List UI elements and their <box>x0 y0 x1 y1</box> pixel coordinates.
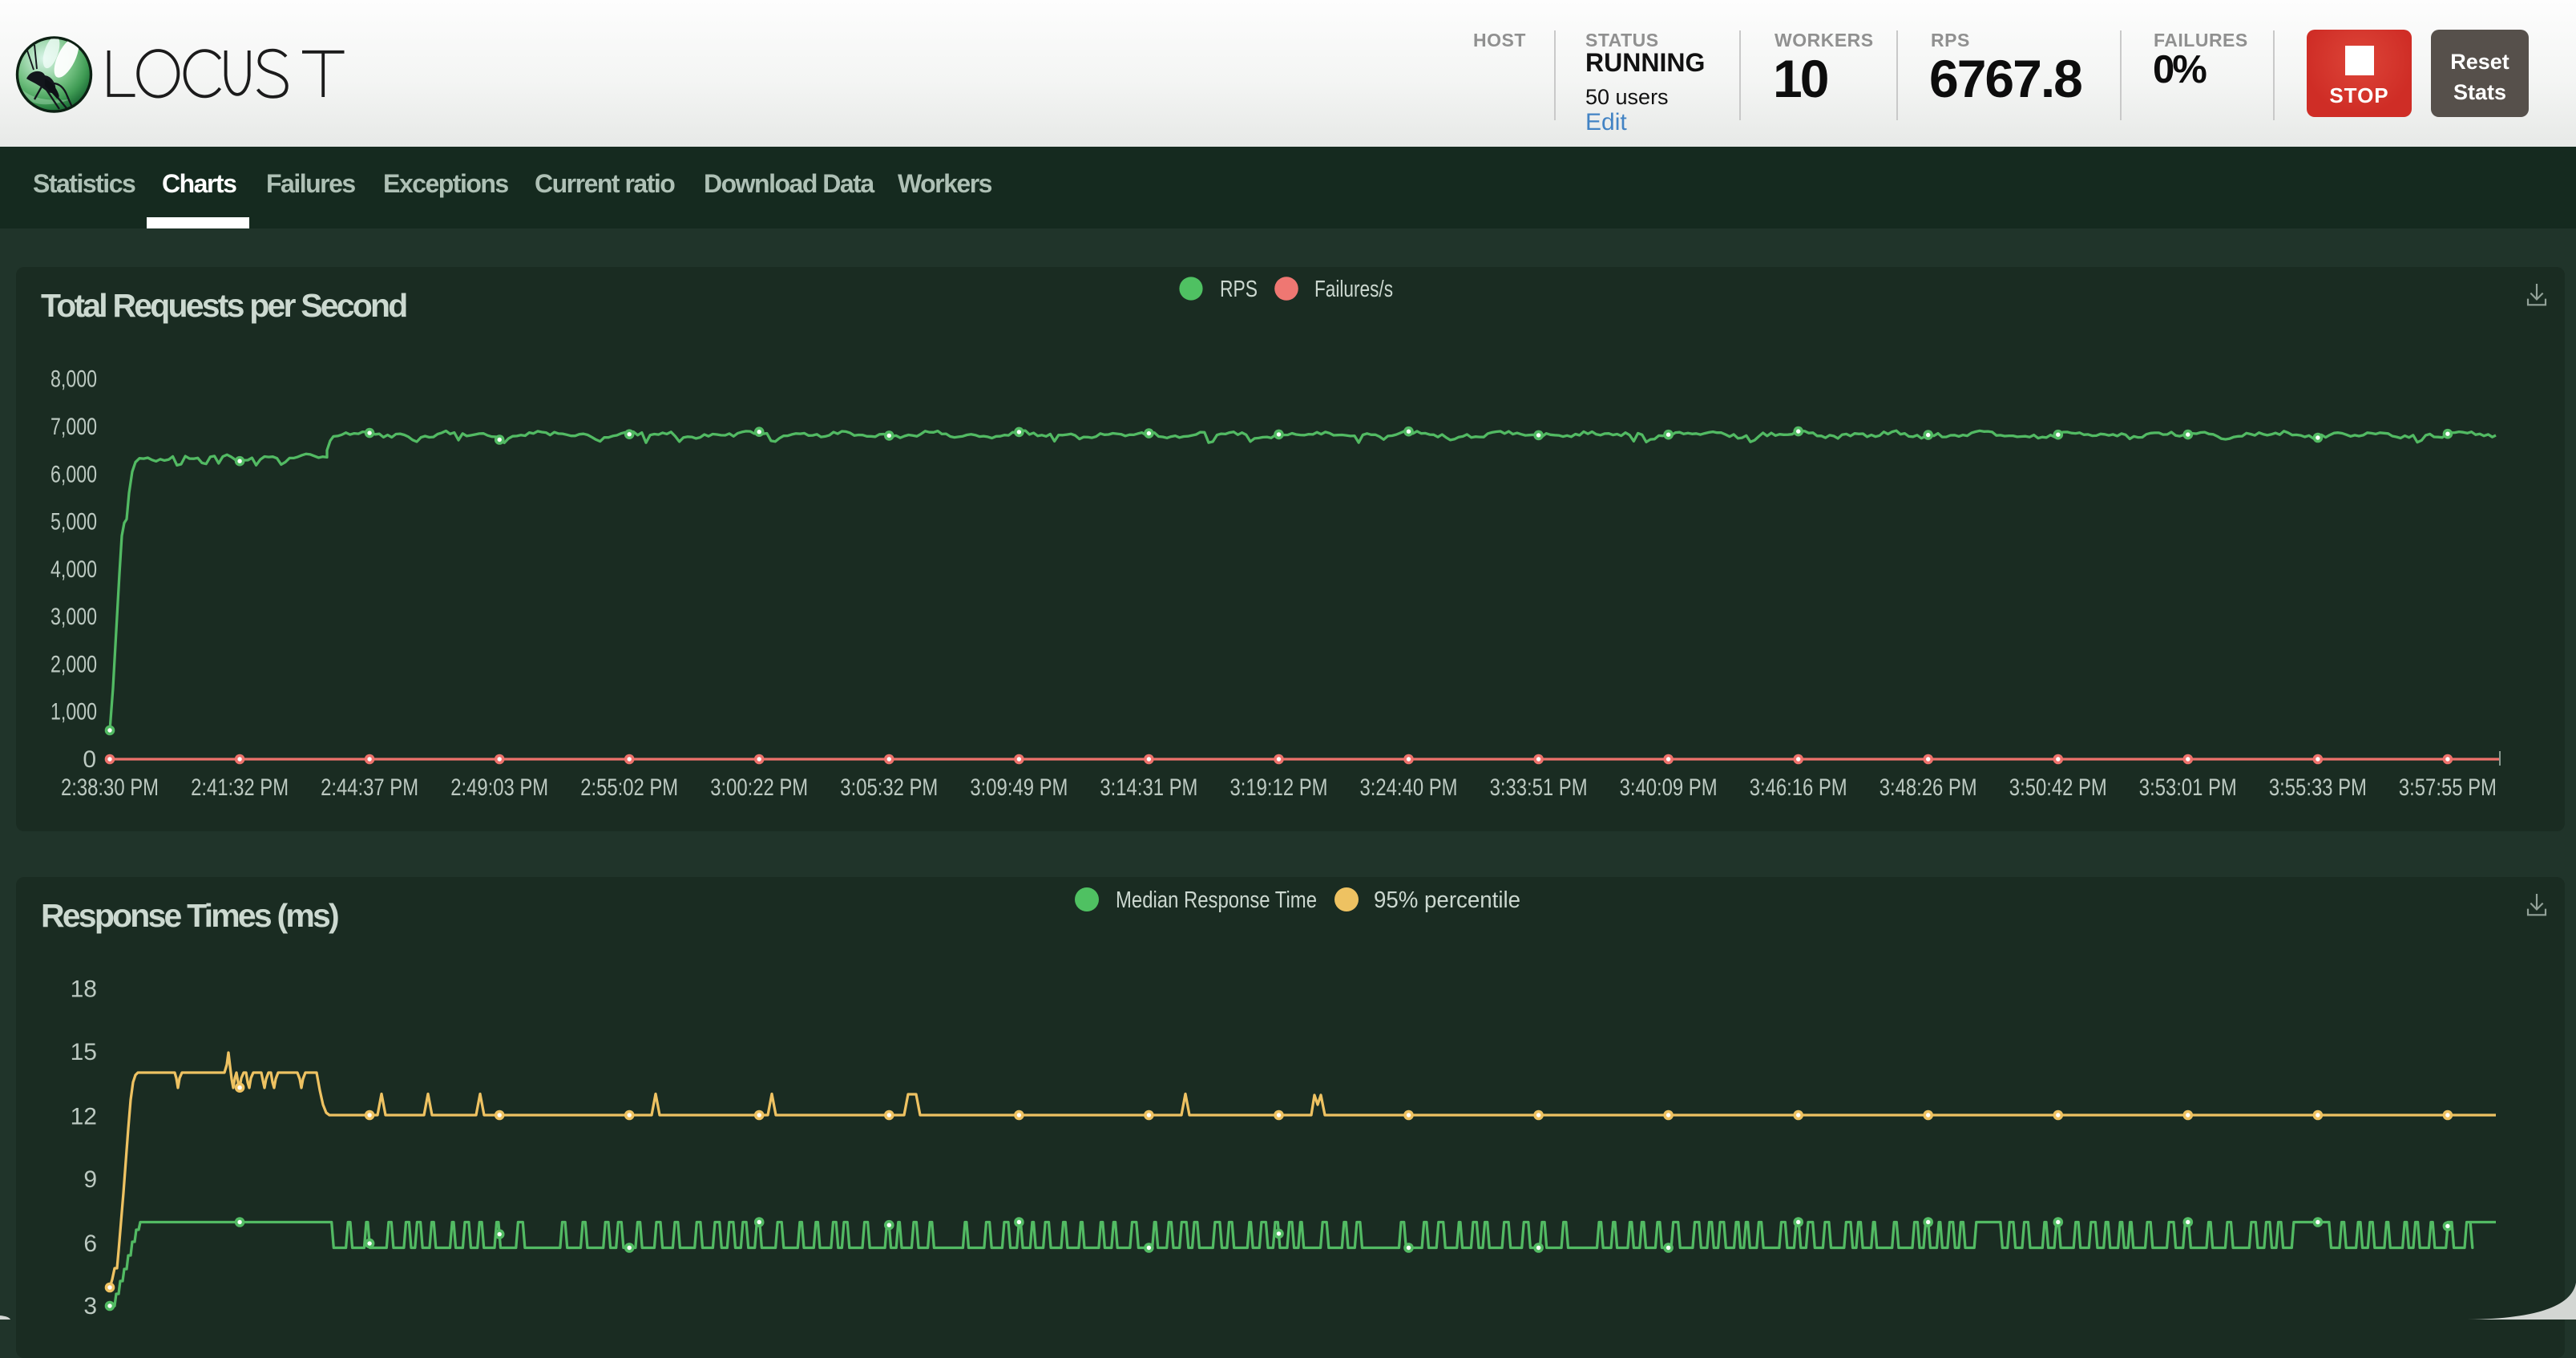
svg-text:3:19:12 PM: 3:19:12 PM <box>1230 774 1328 801</box>
svg-text:3:55:33 PM: 3:55:33 PM <box>2269 774 2367 801</box>
svg-text:6: 6 <box>83 1231 97 1257</box>
svg-text:3:09:49 PM: 3:09:49 PM <box>970 774 1068 801</box>
svg-text:15: 15 <box>71 1039 97 1065</box>
svg-text:6,000: 6,000 <box>50 461 97 487</box>
svg-text:2,000: 2,000 <box>50 651 97 677</box>
svg-text:8,000: 8,000 <box>50 366 97 393</box>
svg-text:9: 9 <box>83 1166 97 1193</box>
svg-text:3:48:26 PM: 3:48:26 PM <box>1880 774 1977 801</box>
svg-text:3:53:01 PM: 3:53:01 PM <box>2139 774 2237 801</box>
svg-text:2:44:37 PM: 2:44:37 PM <box>321 774 418 801</box>
svg-text:3:05:32 PM: 3:05:32 PM <box>840 774 938 801</box>
svg-text:3:14:31 PM: 3:14:31 PM <box>1100 774 1197 801</box>
svg-text:12: 12 <box>71 1104 97 1130</box>
svg-text:2:38:30 PM: 2:38:30 PM <box>61 774 159 801</box>
svg-text:1,000: 1,000 <box>50 699 97 725</box>
svg-text:3:57:55 PM: 3:57:55 PM <box>2399 774 2497 801</box>
svg-text:Median Response Time: Median Response Time <box>1116 887 1317 913</box>
svg-text:RPS: RPS <box>1220 277 1258 302</box>
svg-text:3:46:16 PM: 3:46:16 PM <box>1750 774 1847 801</box>
svg-text:3:40:09 PM: 3:40:09 PM <box>1620 774 1718 801</box>
svg-text:Failures/s: Failures/s <box>1314 277 1393 302</box>
svg-text:0: 0 <box>83 746 96 773</box>
svg-text:7,000: 7,000 <box>50 414 97 440</box>
svg-text:2:55:02 PM: 2:55:02 PM <box>580 774 678 801</box>
svg-text:3,000: 3,000 <box>50 604 97 630</box>
svg-text:5,000: 5,000 <box>50 509 97 536</box>
svg-text:2:41:32 PM: 2:41:32 PM <box>191 774 289 801</box>
svg-text:4,000: 4,000 <box>50 556 97 583</box>
svg-text:3:50:42 PM: 3:50:42 PM <box>2009 774 2107 801</box>
svg-text:95% percentile: 95% percentile <box>1374 887 1520 913</box>
svg-text:2:49:03 PM: 2:49:03 PM <box>450 774 548 801</box>
svg-text:18: 18 <box>71 976 97 1003</box>
svg-text:3:24:40 PM: 3:24:40 PM <box>1360 774 1458 801</box>
svg-text:3:33:51 PM: 3:33:51 PM <box>1490 774 1588 801</box>
svg-text:3:00:22 PM: 3:00:22 PM <box>710 774 808 801</box>
